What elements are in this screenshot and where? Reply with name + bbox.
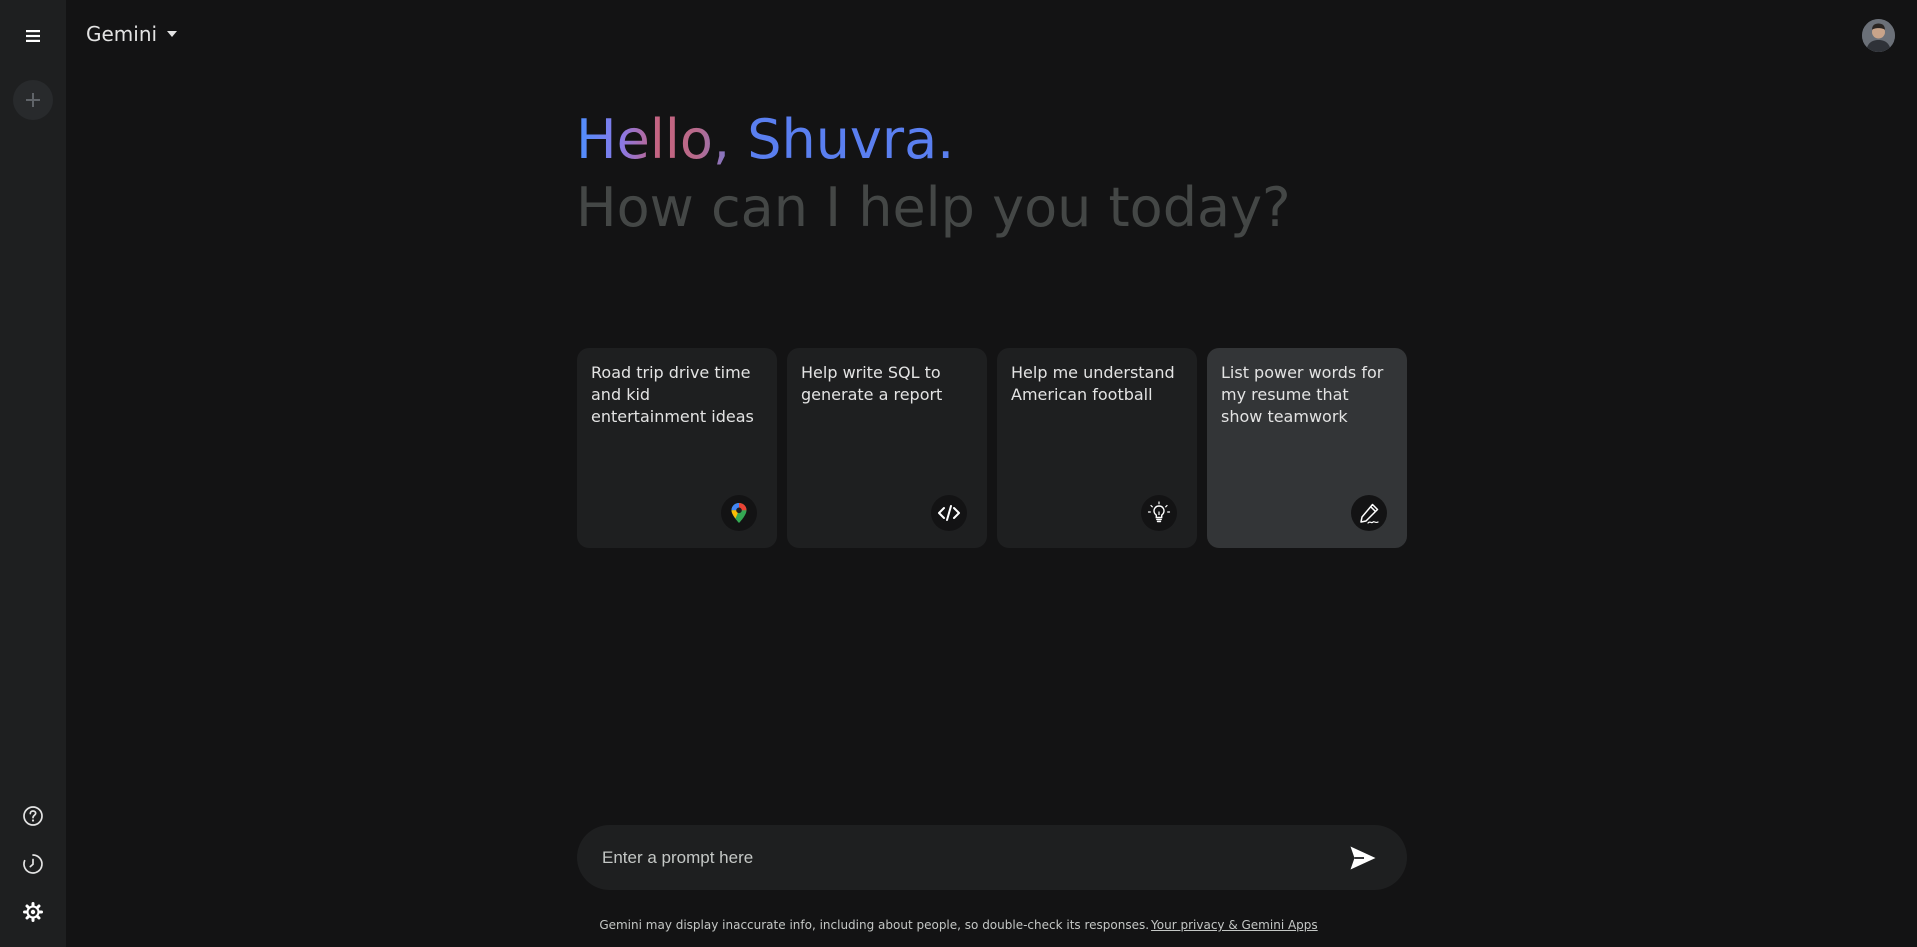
suggestion-card-sql[interactable]: Help write SQL to generate a report: [787, 348, 987, 548]
suggestion-card-icon: [931, 495, 967, 531]
sidebar: [0, 0, 66, 947]
history-icon: [23, 854, 43, 874]
menu-icon: [26, 30, 40, 42]
help-icon: [23, 806, 43, 826]
suggestion-card-text: Help me understand American football: [1011, 363, 1175, 404]
greeting-subtitle: How can I help you today?: [576, 176, 1291, 239]
send-button[interactable]: [1343, 838, 1383, 878]
plus-icon: [26, 93, 40, 107]
footer-disclaimer: Gemini may display inaccurate info, incl…: [0, 918, 1917, 932]
suggestion-card-icon: [721, 495, 757, 531]
maps-pin-icon: [731, 503, 747, 523]
prompt-input[interactable]: [602, 847, 1343, 868]
new-chat-button[interactable]: [13, 80, 53, 120]
greeting-heading: Hello, Shuvra.: [576, 106, 954, 174]
lightbulb-icon: [1147, 501, 1171, 523]
suggestion-card-text: Road trip drive time and kid entertainme…: [591, 363, 754, 426]
disclaimer-text: Gemini may display inaccurate info, incl…: [599, 918, 1150, 932]
suggestion-card-road-trip[interactable]: Road trip drive time and kid entertainme…: [577, 348, 777, 548]
suggestion-cards: Road trip drive time and kid entertainme…: [577, 348, 1407, 548]
suggestion-card-resume[interactable]: List power words for my resume that show…: [1207, 348, 1407, 548]
suggestion-card-text: Help write SQL to generate a report: [801, 363, 943, 404]
dropdown-arrow-icon: [167, 31, 178, 37]
help-button[interactable]: [13, 796, 53, 836]
model-selector[interactable]: Gemini: [86, 22, 178, 46]
suggestion-card-icon: [1141, 495, 1177, 531]
suggestion-card-icon: [1351, 495, 1387, 531]
prompt-bar: [577, 825, 1407, 890]
privacy-link[interactable]: Your privacy & Gemini Apps: [1151, 918, 1318, 932]
account-avatar[interactable]: [1862, 19, 1895, 52]
avatar-image: [1862, 19, 1895, 52]
app-title: Gemini: [86, 22, 158, 46]
send-icon: [1350, 846, 1376, 869]
code-icon: [938, 505, 960, 521]
pen-icon: [1360, 503, 1379, 524]
suggestion-card-football[interactable]: Help me understand American football: [997, 348, 1197, 548]
suggestion-card-text: List power words for my resume that show…: [1221, 363, 1384, 426]
main-menu-button[interactable]: [13, 16, 53, 56]
activity-button[interactable]: [13, 844, 53, 884]
